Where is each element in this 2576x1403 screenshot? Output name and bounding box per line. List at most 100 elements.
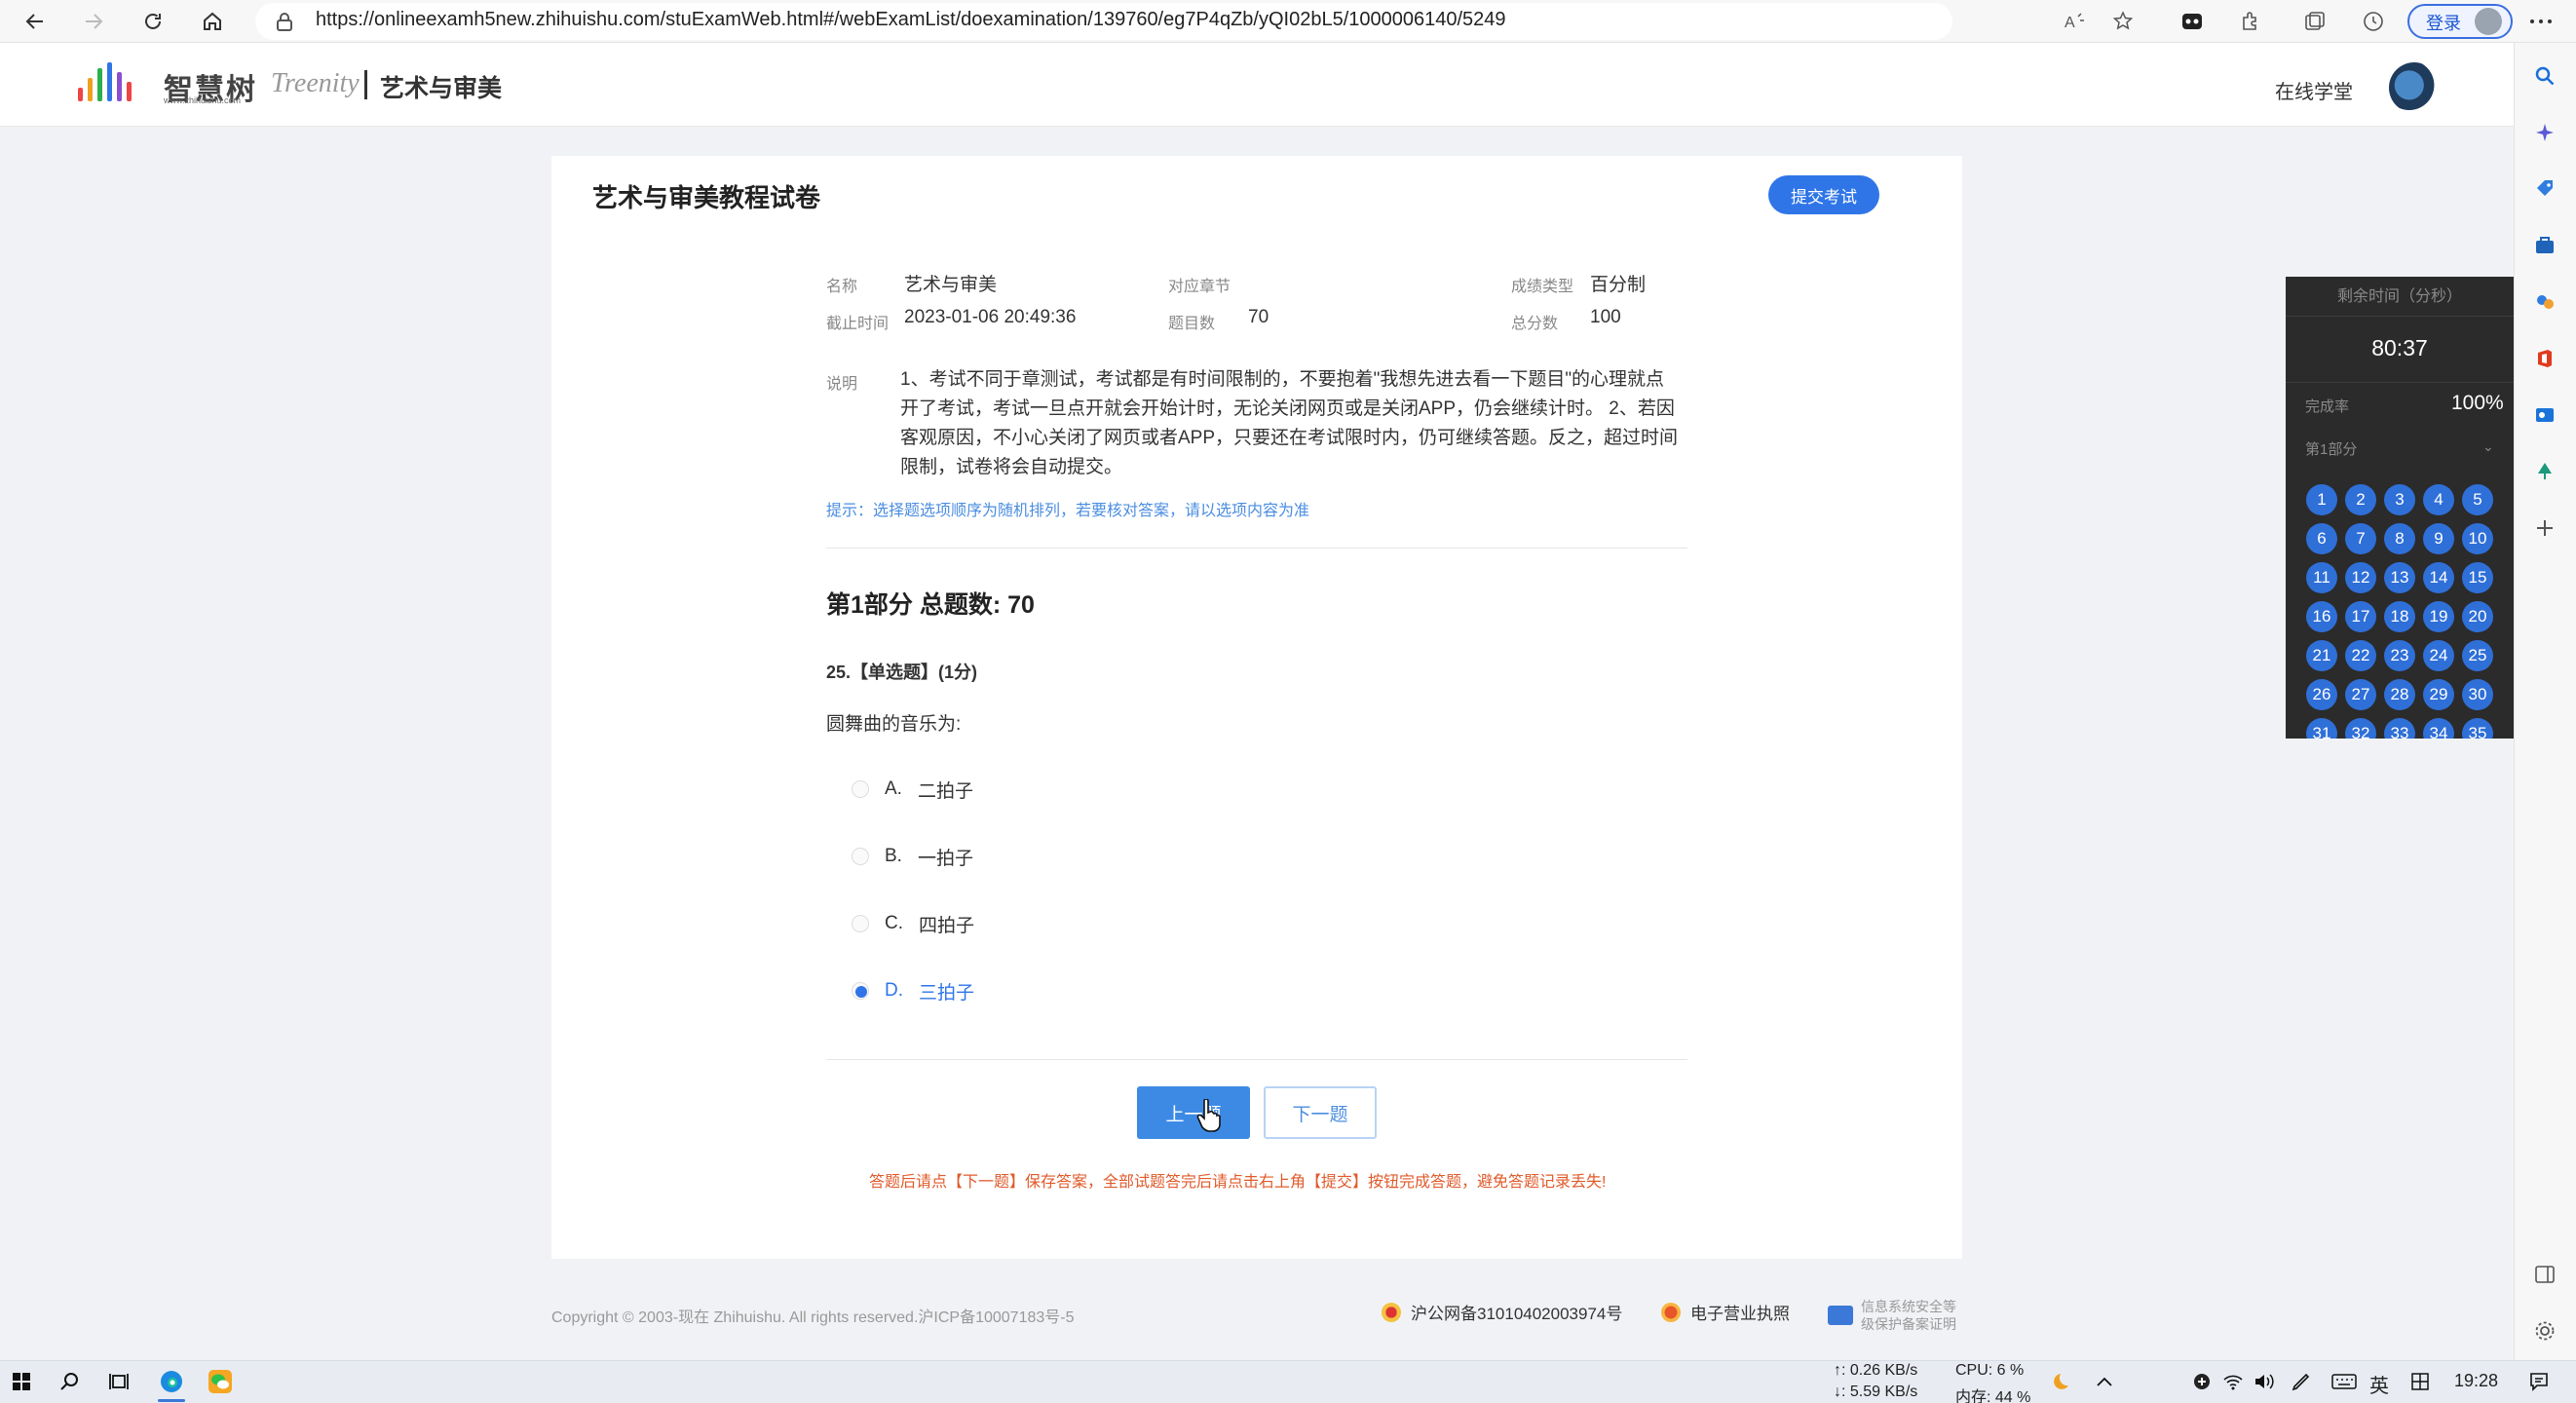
option-d[interactable]: D. 三拍子 <box>852 976 974 1005</box>
task-view-icon[interactable] <box>103 1366 134 1397</box>
ime-mode-icon[interactable] <box>2405 1366 2436 1397</box>
history-icon[interactable] <box>2358 6 2389 37</box>
question-number-button[interactable]: 9 <box>2423 523 2454 554</box>
radio-icon[interactable] <box>852 848 869 865</box>
question-number-button[interactable]: 31 <box>2306 718 2337 739</box>
more-menu-icon[interactable] <box>2525 6 2557 37</box>
question-number-button[interactable]: 12 <box>2345 562 2376 593</box>
radio-icon[interactable] <box>852 780 869 798</box>
question-number-button[interactable]: 24 <box>2423 640 2454 671</box>
security-cert-link[interactable]: 信息系统安全等 级保护备案证明 <box>1828 1298 1956 1333</box>
question-number-button[interactable]: 3 <box>2384 484 2415 515</box>
radio-icon[interactable] <box>852 915 869 932</box>
edge-browser-icon[interactable] <box>156 1366 187 1397</box>
url-text[interactable]: https://onlineexamh5new.zhihuishu.com/st… <box>316 9 1506 31</box>
windows-start-icon[interactable] <box>6 1366 37 1397</box>
question-number-button[interactable]: 19 <box>2423 601 2454 632</box>
radio-checked-icon[interactable] <box>852 982 869 1000</box>
police-record-text[interactable]: 沪公网备31010402003974号 <box>1411 1300 1622 1324</box>
user-avatar[interactable] <box>2389 62 2440 113</box>
question-number-button[interactable]: 1 <box>2306 484 2337 515</box>
sidebar-toggle-icon[interactable] <box>2529 1259 2560 1290</box>
submit-exam-button[interactable]: 提交考试 <box>1768 175 1879 214</box>
question-number-button[interactable]: 13 <box>2384 562 2415 593</box>
games-icon[interactable] <box>2529 286 2560 318</box>
question-number-button[interactable]: 35 <box>2462 718 2493 739</box>
tools-briefcase-icon[interactable] <box>2529 230 2560 261</box>
notification-icon[interactable] <box>2523 1366 2555 1397</box>
refresh-icon[interactable] <box>137 6 169 37</box>
business-license-link[interactable]: 电子营业执照 <box>1661 1300 1790 1324</box>
question-number-button[interactable]: 5 <box>2462 484 2493 515</box>
profile-avatar-icon[interactable] <box>2475 8 2502 35</box>
option-b[interactable]: B. 一拍子 <box>852 842 973 871</box>
chevron-down-icon[interactable]: ⌄ <box>2482 438 2494 455</box>
settings-gear-icon[interactable] <box>2529 1315 2560 1346</box>
question-number-button[interactable]: 32 <box>2345 718 2376 739</box>
question-number-button[interactable]: 30 <box>2462 679 2493 710</box>
lock-icon[interactable] <box>269 6 300 37</box>
back-icon[interactable] <box>19 6 51 37</box>
favorite-add-icon[interactable] <box>2108 6 2140 37</box>
office-icon[interactable] <box>2529 343 2560 374</box>
nvidia-icon[interactable] <box>2186 1366 2217 1397</box>
question-number-button[interactable]: 27 <box>2345 679 2376 710</box>
login-label[interactable]: 登录 <box>2426 10 2461 35</box>
outlook-icon[interactable] <box>2529 399 2560 431</box>
part-selector[interactable]: 第1部分 <box>2305 438 2500 459</box>
question-number-button[interactable]: 15 <box>2462 562 2493 593</box>
add-icon[interactable] <box>2529 512 2560 544</box>
clock-time[interactable]: 19:28 <box>2454 1371 2498 1391</box>
question-number-button[interactable]: 18 <box>2384 601 2415 632</box>
question-number-button[interactable]: 4 <box>2423 484 2454 515</box>
question-number-button[interactable]: 17 <box>2345 601 2376 632</box>
question-number-button[interactable]: 16 <box>2306 601 2337 632</box>
question-number-button[interactable]: 11 <box>2306 562 2337 593</box>
prev-question-button[interactable]: 上一题 <box>1137 1086 1250 1139</box>
logo-bars-icon[interactable] <box>78 62 132 101</box>
question-number-button[interactable]: 6 <box>2306 523 2337 554</box>
collections-icon[interactable] <box>2299 6 2330 37</box>
question-number-button[interactable]: 21 <box>2306 640 2337 671</box>
question-number-button[interactable]: 14 <box>2423 562 2454 593</box>
read-aloud-icon[interactable]: A <box>2060 6 2091 37</box>
question-number-button[interactable]: 25 <box>2462 640 2493 671</box>
discover-icon[interactable] <box>2529 117 2560 148</box>
business-license-text[interactable]: 电子营业执照 <box>1690 1300 1790 1324</box>
volume-icon[interactable] <box>2249 1366 2280 1397</box>
question-number-button[interactable]: 23 <box>2384 640 2415 671</box>
shopping-tag-icon[interactable] <box>2529 173 2560 205</box>
question-number-button[interactable]: 2 <box>2345 484 2376 515</box>
question-number-button[interactable]: 10 <box>2462 523 2493 554</box>
police-record-link[interactable]: 沪公网备31010402003974号 <box>1382 1300 1622 1324</box>
puzzle-icon[interactable] <box>2235 6 2266 37</box>
question-number-button[interactable]: 33 <box>2384 718 2415 739</box>
chevron-up-icon[interactable] <box>2089 1366 2120 1397</box>
question-number-button[interactable]: 26 <box>2306 679 2337 710</box>
option-c[interactable]: C. 四拍子 <box>852 909 974 938</box>
online-school-link[interactable]: 在线学堂 <box>2275 76 2353 104</box>
forward-icon[interactable] <box>78 6 109 37</box>
question-number-button[interactable]: 28 <box>2384 679 2415 710</box>
extension-icon[interactable] <box>2177 6 2208 37</box>
question-number-button[interactable]: 8 <box>2384 523 2415 554</box>
security-cert-text[interactable]: 信息系统安全等 级保护备案证明 <box>1861 1298 1956 1333</box>
ime-language[interactable]: 英 <box>2369 1370 2389 1398</box>
tree-icon[interactable] <box>2529 456 2560 487</box>
home-icon[interactable] <box>197 6 228 37</box>
upload-speed: ↑: 0.26 KB/s <box>1834 1362 1918 1379</box>
pen-icon[interactable] <box>2286 1366 2317 1397</box>
option-a[interactable]: A. 二拍子 <box>852 775 973 804</box>
keyboard-icon[interactable] <box>2329 1366 2360 1397</box>
question-number-button[interactable]: 20 <box>2462 601 2493 632</box>
question-number-button[interactable]: 7 <box>2345 523 2376 554</box>
search-icon[interactable] <box>55 1366 86 1397</box>
question-number-button[interactable]: 34 <box>2423 718 2454 739</box>
search-icon[interactable] <box>2529 60 2560 92</box>
moon-icon[interactable] <box>2048 1366 2079 1397</box>
question-number-button[interactable]: 22 <box>2345 640 2376 671</box>
next-question-button[interactable]: 下一题 <box>1264 1086 1377 1139</box>
wechat-icon[interactable] <box>205 1366 236 1397</box>
question-number-button[interactable]: 29 <box>2423 679 2454 710</box>
wifi-icon[interactable] <box>2217 1366 2249 1397</box>
